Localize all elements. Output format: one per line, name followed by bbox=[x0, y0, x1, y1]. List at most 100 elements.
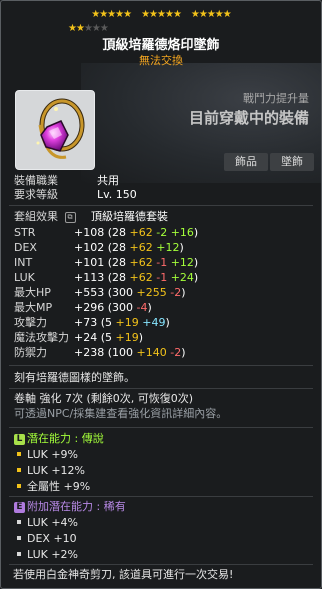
trade-status: 無法交換 bbox=[139, 54, 183, 67]
stat-row: INT +101 (28 +62 -1 +12) bbox=[14, 255, 198, 270]
star-group-1: ★★★★★ bbox=[91, 9, 132, 20]
stat-paren-close: ) bbox=[138, 331, 144, 344]
additional-potential-header: E 附加潛在能力 : 稀有 bbox=[14, 499, 126, 514]
additional-potential-text: LUK +2% bbox=[27, 548, 79, 561]
stat-paren-close: ) bbox=[179, 241, 184, 254]
stat-extra: -2 bbox=[170, 286, 182, 299]
stat-bonus: +19 bbox=[115, 316, 139, 329]
item-name: 頂級培羅德烙印墜飾 bbox=[102, 38, 220, 53]
stat-total: +113 bbox=[74, 271, 105, 284]
stat-star: +12 bbox=[170, 256, 194, 269]
stat-paren-close: ) bbox=[193, 226, 199, 239]
additional-potential-line: DEX +10 bbox=[14, 531, 77, 546]
stat-label: 魔法攻擊力 bbox=[14, 331, 69, 344]
stat-label: DEX bbox=[14, 241, 37, 254]
potential-line-text: LUK +9% bbox=[27, 448, 79, 461]
star-group-empty: ★★★ bbox=[83, 23, 109, 34]
stat-bonus: +255 bbox=[136, 286, 167, 299]
stat-star: +24 bbox=[170, 271, 194, 284]
stat-base: 300 bbox=[112, 286, 134, 299]
stat-base: 5 bbox=[105, 316, 113, 329]
potential-line-text: LUK +12% bbox=[27, 464, 86, 477]
item-tooltip: ★★★★★ ★★★★★ ★★★★★ ★★★★★ 頂級培羅德烙印墜飾 無法交換 戰鬥力… bbox=[0, 0, 322, 589]
stat-extra: -1 bbox=[156, 256, 168, 269]
stat-row: 攻擊力 +73 (5 +19 +49) bbox=[14, 315, 170, 330]
stat-extra: -2 bbox=[170, 346, 182, 359]
legendary-badge-icon: L bbox=[14, 433, 25, 445]
stat-bonus: +62 bbox=[129, 256, 153, 269]
stat-label: LUK bbox=[14, 271, 35, 284]
stat-base: 28 bbox=[112, 226, 127, 239]
stat-row: 最大HP +553 (300 +255 -2) bbox=[14, 285, 186, 300]
bullet-icon bbox=[17, 452, 21, 456]
stat-total: +296 bbox=[74, 301, 105, 314]
scroll-upgrade-info: 卷軸 強化 7次 (剩餘0次, 可恢復0次) bbox=[14, 392, 194, 405]
additional-potential-text: DEX +10 bbox=[27, 532, 77, 545]
additional-potential-line: LUK +4% bbox=[14, 515, 78, 530]
divider bbox=[9, 427, 313, 428]
divider bbox=[9, 388, 313, 389]
potential-line: LUK +12% bbox=[14, 463, 85, 478]
stat-total: +102 bbox=[74, 241, 105, 254]
category-tag-pendant: 墜飾 bbox=[270, 153, 314, 171]
bullet-icon bbox=[17, 484, 21, 488]
set-effect-value: 頂級培羅德套裝 bbox=[91, 210, 168, 223]
stat-paren-close: ) bbox=[147, 301, 152, 314]
stat-star: +16 bbox=[170, 226, 194, 239]
potential-title: 潛在能力 : 傳說 bbox=[27, 432, 104, 445]
req-job-label: 裝備職業 bbox=[14, 174, 58, 187]
additional-potential-text: LUK +4% bbox=[27, 516, 79, 529]
stat-total: +101 bbox=[74, 256, 105, 269]
stat-bonus: +62 bbox=[129, 226, 153, 239]
set-info-icon[interactable]: ⧉ bbox=[64, 211, 76, 223]
stat-label: 攻擊力 bbox=[14, 316, 47, 329]
stat-paren-close: ) bbox=[193, 256, 199, 269]
item-description: 刻有培羅德圖樣的墜飾。 bbox=[14, 371, 135, 384]
stat-row: 最大MP +296 (300 -4) bbox=[14, 300, 152, 315]
stat-extra: -1 bbox=[156, 271, 168, 284]
stat-row: LUK +113 (28 +62 -1 +24) bbox=[14, 270, 198, 285]
potential-line-text: 全屬性 +9% bbox=[27, 480, 91, 493]
req-level-label: 要求等級 bbox=[14, 188, 58, 201]
stat-bonus: +62 bbox=[129, 241, 153, 254]
stat-label: 最大HP bbox=[14, 286, 51, 299]
npc-hint: 可透過NPC/採集建查看強化資訊詳細內容。 bbox=[14, 407, 228, 420]
potential-line: 全屬性 +9% bbox=[14, 479, 90, 494]
stat-bonus: +62 bbox=[129, 271, 153, 284]
star-group-2: ★★★★★ bbox=[141, 9, 182, 20]
req-level-row: 要求等級 Lv. 150 bbox=[14, 187, 137, 202]
bullet-icon bbox=[17, 468, 21, 472]
stat-extra: -2 bbox=[156, 226, 168, 239]
divider bbox=[9, 496, 313, 497]
stat-base: 28 bbox=[112, 256, 127, 269]
stat-total: +108 bbox=[74, 226, 105, 239]
stat-base: 300 bbox=[112, 301, 134, 314]
additional-potential-line: LUK +2% bbox=[14, 547, 78, 562]
stat-paren-close: ) bbox=[181, 346, 186, 359]
stat-bonus: +140 bbox=[136, 346, 167, 359]
divider bbox=[9, 365, 313, 366]
stat-base: 28 bbox=[112, 271, 127, 284]
star-force-row-1: ★★★★★ ★★★★★ ★★★★★ bbox=[1, 9, 321, 21]
power-increase-label: 戰鬥力提升量 bbox=[243, 92, 309, 105]
epic-badge-icon: E bbox=[14, 501, 25, 513]
stat-row: 魔法攻擊力 +24 (5 +19) bbox=[14, 330, 143, 345]
stat-base: 5 bbox=[105, 331, 113, 344]
set-effect-row[interactable]: 套組效果 ⧉ 頂級培羅德套裝 bbox=[14, 209, 168, 224]
potential-line: LUK +9% bbox=[14, 447, 78, 462]
equipped-status: 目前穿戴中的裝備 bbox=[188, 109, 309, 127]
stat-row: 防禦力 +238 (100 +140 -2) bbox=[14, 345, 186, 360]
bullet-icon bbox=[17, 520, 21, 524]
star-group-3: ★★★★★ bbox=[190, 9, 232, 20]
req-job-value: 共用 bbox=[97, 174, 119, 187]
divider bbox=[9, 564, 313, 565]
stat-total: +238 bbox=[74, 346, 105, 359]
stat-label: STR bbox=[14, 226, 36, 239]
stat-base: 28 bbox=[112, 241, 127, 254]
additional-potential-title: 附加潛在能力 : 稀有 bbox=[27, 500, 126, 513]
stat-paren-close: ) bbox=[181, 286, 186, 299]
stat-extra: +49 bbox=[142, 316, 166, 329]
bullet-icon bbox=[17, 552, 21, 556]
divider bbox=[9, 205, 313, 206]
stat-label: 防禦力 bbox=[14, 346, 47, 359]
